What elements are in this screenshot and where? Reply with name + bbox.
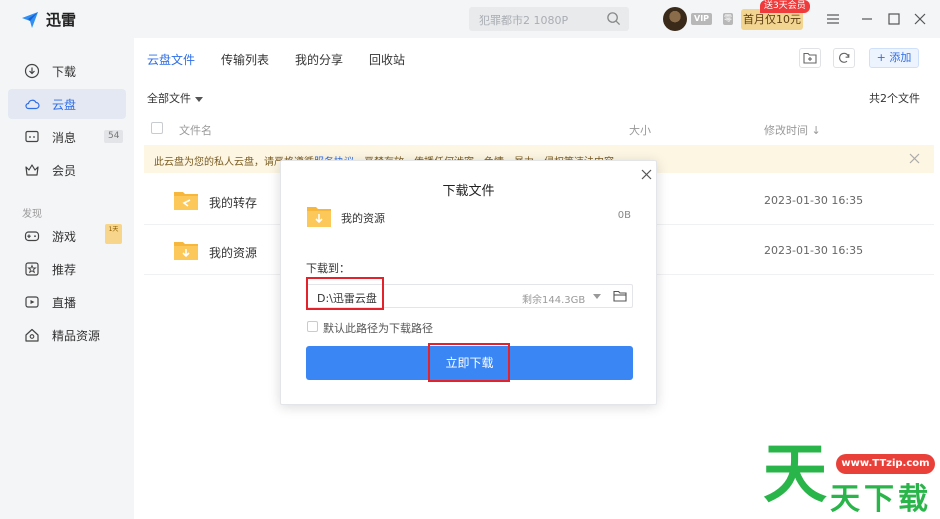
default-path-checkbox[interactable] bbox=[307, 321, 318, 332]
tab-my-shares[interactable]: 我的分享 bbox=[295, 51, 343, 68]
main-tabs: 云盘文件 传输列表 我的分享 回收站 bbox=[147, 51, 431, 68]
sidebar-item-resources[interactable]: 精品资源 bbox=[8, 320, 126, 350]
select-all-checkbox[interactable] bbox=[151, 122, 163, 134]
default-path-label: 默认此路径为下载路径 bbox=[323, 322, 433, 335]
browse-folder-icon[interactable] bbox=[613, 289, 627, 303]
file-modified-time: 2023-01-30 16:35 bbox=[764, 194, 864, 207]
star-icon bbox=[25, 262, 39, 276]
download-dialog: 下载文件 我的资源 0B 下载到： D:\迅雷云盘 剩余144.3GB 默认此路… bbox=[280, 160, 657, 405]
message-count-badge: 54 bbox=[104, 130, 124, 143]
sidebar-item-label: 会员 bbox=[52, 164, 77, 178]
close-icon[interactable] bbox=[641, 169, 652, 180]
file-filter-dropdown[interactable]: 全部文件 bbox=[147, 90, 203, 106]
tab-recycle-bin[interactable]: 回收站 bbox=[369, 51, 405, 68]
user-avatar[interactable] bbox=[663, 7, 687, 31]
file-total-count: 共2个文件 bbox=[869, 92, 920, 105]
vip-badge: VIP bbox=[691, 13, 713, 25]
path-highlight-box bbox=[306, 277, 384, 310]
column-header-modified[interactable]: 修改时间 ↓ bbox=[764, 122, 821, 138]
chevron-down-icon bbox=[195, 96, 203, 102]
folder-icon bbox=[307, 207, 331, 227]
search-input[interactable]: 犯罪都市2 1080P bbox=[469, 7, 629, 31]
message-icon bbox=[25, 130, 39, 143]
app-logo: 迅雷 bbox=[20, 9, 76, 30]
download-to-label: 下载到： bbox=[306, 262, 350, 275]
minimize-icon[interactable] bbox=[859, 11, 875, 27]
watermark-text: 天下载 bbox=[830, 482, 932, 517]
thunder-logo-icon bbox=[22, 11, 38, 28]
file-name[interactable]: 我的转存 bbox=[209, 194, 257, 211]
dialog-file-name: 我的资源 bbox=[341, 212, 385, 225]
live-icon bbox=[25, 296, 39, 308]
file-modified-time: 2023-01-30 16:35 bbox=[764, 244, 864, 257]
refresh-icon bbox=[839, 52, 850, 63]
sidebar: 下载 云盘 消息 54 会员 发现 游戏 1天 推荐 直播 精品资源 bbox=[0, 38, 134, 519]
sidebar-item-label: 游戏 bbox=[52, 230, 77, 244]
game-icon bbox=[24, 231, 40, 242]
new-folder-icon bbox=[803, 52, 817, 64]
watermark-url: www.TTzip.com bbox=[836, 454, 935, 474]
house-icon bbox=[25, 328, 39, 342]
sidebar-item-live[interactable]: 直播 bbox=[8, 287, 126, 317]
tab-transfer-list[interactable]: 传输列表 bbox=[221, 51, 269, 68]
sidebar-item-games[interactable]: 游戏 1天 bbox=[8, 221, 126, 251]
sidebar-item-label: 精品资源 bbox=[52, 329, 101, 343]
column-header-name[interactable]: 文件名 bbox=[179, 122, 212, 138]
close-window-icon[interactable] bbox=[912, 11, 928, 27]
file-name[interactable]: 我的资源 bbox=[209, 244, 257, 261]
sidebar-item-messages[interactable]: 消息 54 bbox=[8, 122, 126, 152]
menu-icon[interactable] bbox=[825, 11, 841, 27]
folder-icon bbox=[174, 242, 198, 260]
column-header-size[interactable]: 大小 bbox=[629, 122, 651, 138]
new-folder-button[interactable] bbox=[799, 48, 821, 68]
filter-label: 全部文件 bbox=[147, 92, 191, 105]
sidebar-item-label: 消息 bbox=[52, 131, 77, 145]
download-icon bbox=[24, 63, 40, 79]
refresh-button[interactable] bbox=[833, 48, 855, 68]
sidebar-item-download[interactable]: 下载 bbox=[8, 56, 126, 86]
add-button[interactable]: + 添加 bbox=[869, 48, 919, 68]
level-badge: 零 bbox=[723, 13, 733, 25]
promo-tag: 送3天会员 bbox=[760, 0, 810, 13]
sidebar-section-discover: 发现 bbox=[22, 209, 42, 220]
maximize-icon[interactable] bbox=[886, 11, 902, 27]
cloud-icon bbox=[25, 99, 40, 110]
sidebar-item-label: 云盘 bbox=[52, 98, 77, 112]
app-name: 迅雷 bbox=[46, 11, 77, 29]
sidebar-item-member[interactable]: 会员 bbox=[8, 155, 126, 185]
title-bar: 迅雷 犯罪都市2 1080P VIP 零 首月仅10元 送3天会员 bbox=[0, 0, 940, 38]
sidebar-item-label: 直播 bbox=[52, 296, 77, 310]
dialog-title: 下载文件 bbox=[442, 184, 495, 199]
dialog-file-size: 0B bbox=[617, 210, 631, 221]
watermark-logo: 天 bbox=[763, 438, 827, 512]
search-placeholder: 犯罪都市2 1080P bbox=[479, 14, 569, 27]
sidebar-item-label: 推荐 bbox=[52, 263, 77, 277]
close-icon[interactable] bbox=[909, 153, 920, 164]
crown-icon bbox=[25, 164, 39, 176]
tab-cloud-files[interactable]: 云盘文件 bbox=[147, 51, 195, 68]
sidebar-item-label: 下载 bbox=[52, 65, 77, 79]
sidebar-item-cloud[interactable]: 云盘 bbox=[8, 89, 126, 119]
search-icon[interactable] bbox=[606, 11, 621, 26]
download-highlight-box bbox=[428, 343, 510, 382]
chevron-down-icon[interactable] bbox=[593, 294, 601, 299]
sidebar-item-recommend[interactable]: 推荐 bbox=[8, 254, 126, 284]
folder-icon bbox=[174, 192, 198, 210]
free-space-label: 剩余144.3GB bbox=[522, 295, 586, 306]
game-badge: 1天 bbox=[105, 224, 122, 244]
